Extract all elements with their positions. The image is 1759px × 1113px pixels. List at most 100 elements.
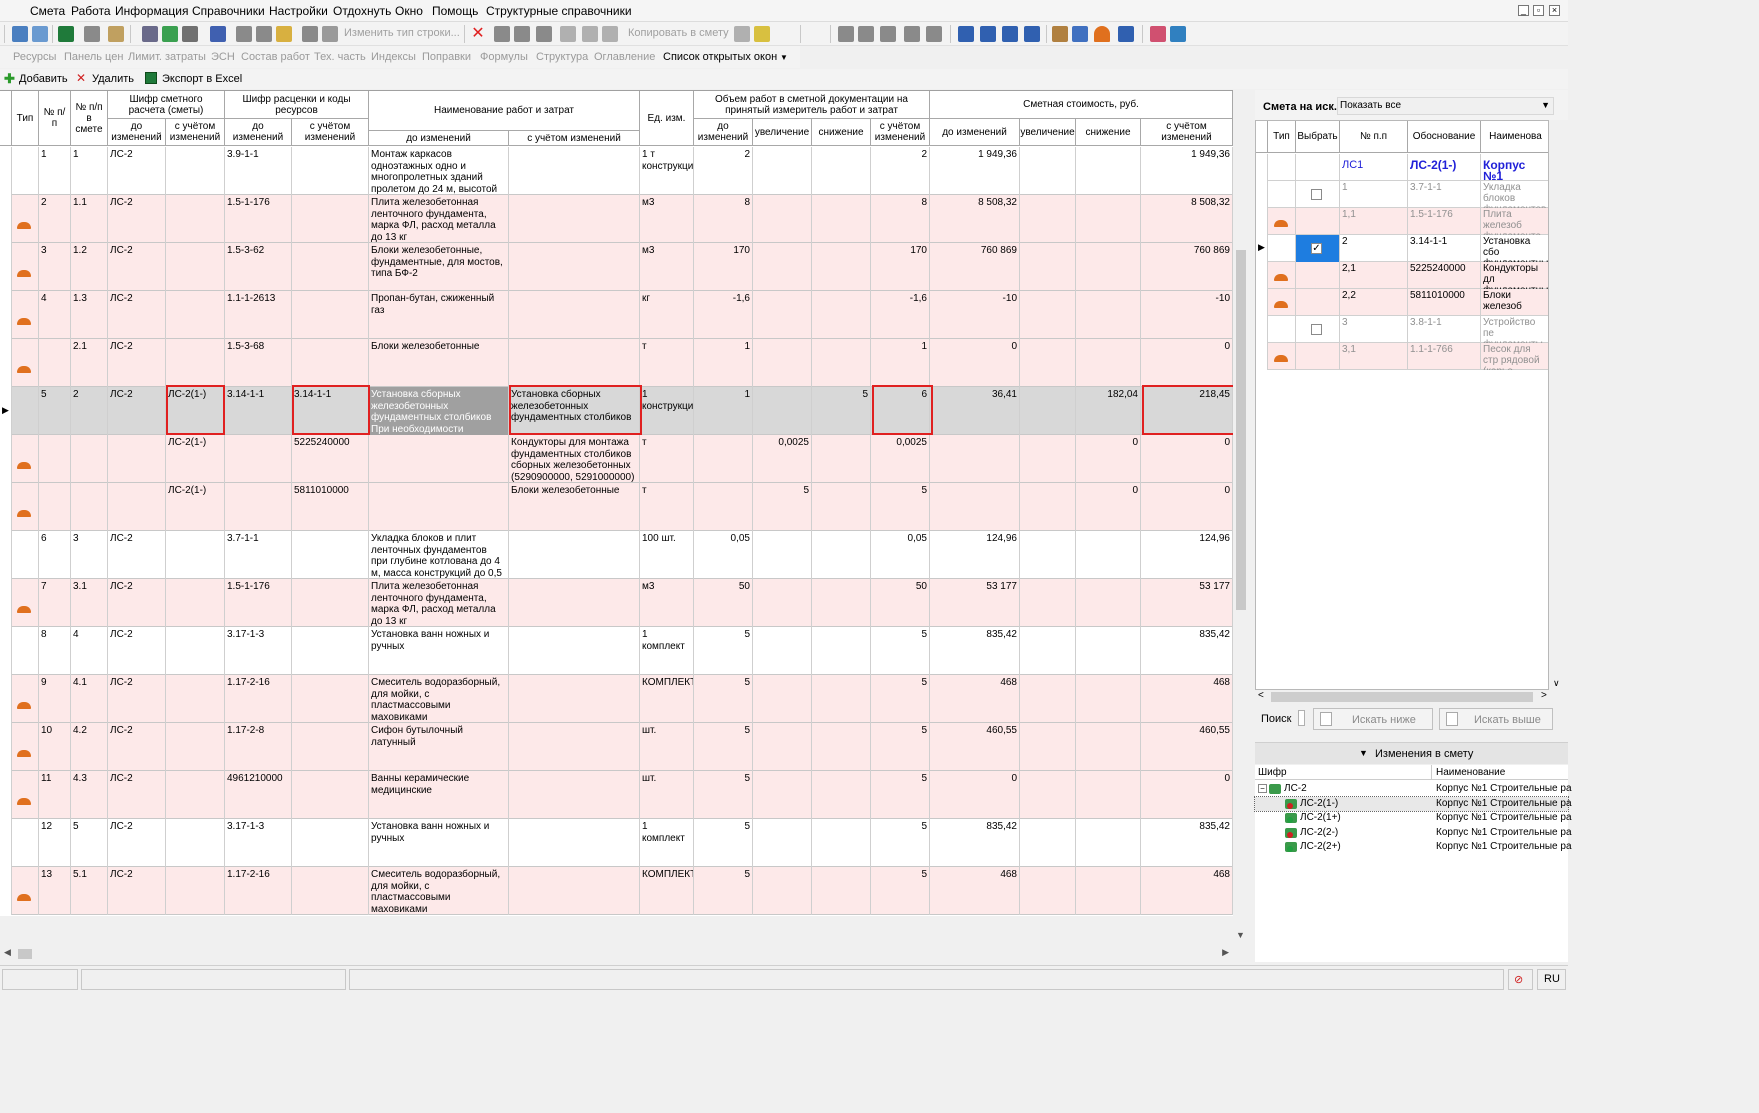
- menu-item-8[interactable]: Структурные справочники: [486, 4, 632, 18]
- language-indicator[interactable]: RU: [1544, 973, 1560, 985]
- row-indicator[interactable]: [0, 339, 12, 387]
- undo-icon[interactable]: [182, 26, 198, 42]
- table-row[interactable]: 2.1 ЛС-2 1.5-3-68 Блоки железобетонные т 1 1 0 0: [0, 339, 1233, 387]
- collapse-tree-icon[interactable]: −: [1258, 784, 1267, 793]
- row-indicator[interactable]: [0, 819, 12, 867]
- tab-11[interactable]: Список открытых окон: [663, 51, 777, 63]
- tree-node[interactable]: − ЛС-2 Корпус №1 Строительные ра: [1255, 782, 1572, 796]
- tab-1[interactable]: Панель цен: [64, 51, 123, 63]
- note-icon[interactable]: [276, 26, 292, 42]
- row-indicator[interactable]: [0, 243, 12, 291]
- tree-node[interactable]: ЛС-2(1-) Корпус №1 Строительные ра: [1254, 795, 1572, 812]
- changes-header[interactable]: ▼ Изменения в смету: [1255, 742, 1568, 764]
- row-indicator[interactable]: [0, 771, 12, 819]
- row-indicator[interactable]: [0, 723, 12, 771]
- redo-icon[interactable]: [210, 26, 226, 42]
- row-indicator[interactable]: [0, 483, 12, 531]
- insert-sub-icon[interactable]: [32, 26, 48, 42]
- doc-icon[interactable]: [858, 26, 874, 42]
- search-below-button[interactable]: Искать ниже: [1313, 708, 1433, 730]
- paste-icon[interactable]: [602, 26, 618, 42]
- row-indicator[interactable]: [0, 675, 12, 723]
- change-type-button[interactable]: Изменить тип строки...: [344, 27, 460, 39]
- grid-icon[interactable]: [322, 26, 338, 42]
- find-icon[interactable]: [108, 26, 124, 42]
- smeta-row[interactable]: 3,11.1-1-766Песок для стр рядовой (карье: [1256, 343, 1548, 370]
- copy2-icon[interactable]: [734, 26, 750, 42]
- menu-item-0[interactable]: Смета: [30, 4, 65, 18]
- grid-horizontal-scrollbar[interactable]: ◀ ▶: [0, 946, 1233, 962]
- copy-to-smeta-button[interactable]: Копировать в смету: [628, 27, 729, 39]
- tree-node[interactable]: ЛС-2(2-) Корпус №1 Строительные ра: [1255, 826, 1572, 840]
- row-indicator[interactable]: [0, 531, 12, 579]
- row-indicator[interactable]: [1256, 154, 1268, 181]
- tree2-icon[interactable]: [256, 26, 272, 42]
- delete-icon[interactable]: ✕: [470, 26, 486, 42]
- row-indicator[interactable]: [1256, 289, 1268, 316]
- delete-x-icon[interactable]: ✕: [76, 71, 86, 85]
- menu-item-3[interactable]: Справочники: [192, 4, 265, 18]
- table-row[interactable]: 1 1 ЛС-2 3.9-1-1 Монтаж каркасов одноэтажных…: [0, 147, 1233, 195]
- hammer-icon[interactable]: [1052, 26, 1068, 42]
- table2-icon[interactable]: [926, 26, 942, 42]
- table-row[interactable]: ЛС-2(1-) 5811010000 Блоки железобетонные т 5…: [0, 483, 1233, 531]
- scroll-down-icon[interactable]: ▼: [1236, 930, 1245, 940]
- row-indicator[interactable]: [0, 291, 12, 339]
- mute-icon[interactable]: ⊘: [1508, 969, 1533, 990]
- books-red-icon[interactable]: [1150, 26, 1166, 42]
- cut-icon[interactable]: [560, 26, 576, 42]
- row-indicator[interactable]: [0, 867, 12, 915]
- scroll-thumb[interactable]: [1236, 250, 1246, 610]
- dropdown-arrow-icon[interactable]: ▼: [780, 53, 788, 62]
- tab-3[interactable]: ЭСН: [211, 51, 235, 63]
- excel-export-icon[interactable]: [145, 72, 157, 84]
- menu-item-6[interactable]: Окно: [395, 4, 423, 18]
- add-icon[interactable]: ✚: [4, 71, 15, 87]
- tree-icon[interactable]: [236, 26, 252, 42]
- book-icon[interactable]: [838, 26, 854, 42]
- scroll-left-icon[interactable]: ◀: [4, 947, 11, 958]
- select-cell[interactable]: [1296, 316, 1340, 343]
- table-row[interactable]: 8 4 ЛС-2 3.17-1-3 Установка ванн ножных и ру…: [0, 627, 1233, 675]
- collapse-icon[interactable]: ▼: [1359, 748, 1368, 758]
- align-icon[interactable]: [1002, 26, 1018, 42]
- tab-5[interactable]: Тех. часть: [314, 51, 366, 63]
- right-hscroll[interactable]: < >: [1255, 690, 1565, 704]
- car-icon[interactable]: [1118, 26, 1134, 42]
- row-indicator[interactable]: [0, 435, 12, 483]
- table-row[interactable]: 10 4.2 ЛС-2 1.17-2-8 Сифон бутылочный латунн…: [0, 723, 1233, 771]
- calc-icon[interactable]: [84, 26, 100, 42]
- add-button[interactable]: Добавить: [19, 73, 68, 85]
- smeta-row[interactable]: 33.8-1-1Устройство пе фундаменты: [1256, 316, 1548, 343]
- smeta-row[interactable]: 2,2 5811010000 Блоки железоб: [1256, 289, 1548, 316]
- select-checkbox[interactable]: [1311, 189, 1322, 200]
- menu-item-7[interactable]: Помощь: [432, 4, 478, 18]
- move-icon[interactable]: [494, 26, 510, 42]
- copy-icon[interactable]: [582, 26, 598, 42]
- table-row[interactable]: ЛС-2(1-) 5225240000 Кондукторы для монтажа…: [0, 435, 1233, 483]
- row-indicator[interactable]: [1256, 208, 1268, 235]
- print-icon[interactable]: [302, 26, 318, 42]
- books-blue-icon[interactable]: [1170, 26, 1186, 42]
- excel-icon[interactable]: [58, 26, 74, 42]
- tree-node[interactable]: ЛС-2(1+) Корпус №1 Строительные ра: [1255, 811, 1572, 825]
- tab-9[interactable]: Структура: [536, 51, 588, 63]
- tab-8[interactable]: Формулы: [480, 51, 528, 63]
- scroll-right-icon[interactable]: ▶: [1222, 947, 1229, 958]
- smeta-row[interactable]: 13.7-1-1Укладка блоков фундаментов п: [1256, 181, 1548, 208]
- minimize-icon[interactable]: _: [1518, 5, 1529, 16]
- arrow-up-icon[interactable]: [536, 26, 552, 42]
- select-checkbox[interactable]: [1311, 324, 1322, 335]
- menu-item-5[interactable]: Отдохнуть: [333, 4, 391, 18]
- table-icon[interactable]: [904, 26, 920, 42]
- row-indicator[interactable]: [0, 579, 12, 627]
- smeta-row[interactable]: 2,15225240000Кондукторы дл фундаментных: [1256, 262, 1548, 289]
- table-row[interactable]: 13 5.1 ЛС-2 1.17-2-16 Смеситель водоразборны…: [0, 867, 1233, 915]
- select-cell[interactable]: ✓: [1296, 235, 1340, 262]
- align2-icon[interactable]: [1024, 26, 1040, 42]
- save-icon[interactable]: [142, 26, 158, 42]
- row-indicator[interactable]: [1256, 316, 1268, 343]
- table-row[interactable]: 7 3.1 ЛС-2 1.5-1-176 Плита железобетонная ле…: [0, 579, 1233, 627]
- row-indicator[interactable]: ▶: [0, 387, 12, 435]
- table-row[interactable]: 2 1.1 ЛС-2 1.5-1-176 Плита железобетонная ле…: [0, 195, 1233, 243]
